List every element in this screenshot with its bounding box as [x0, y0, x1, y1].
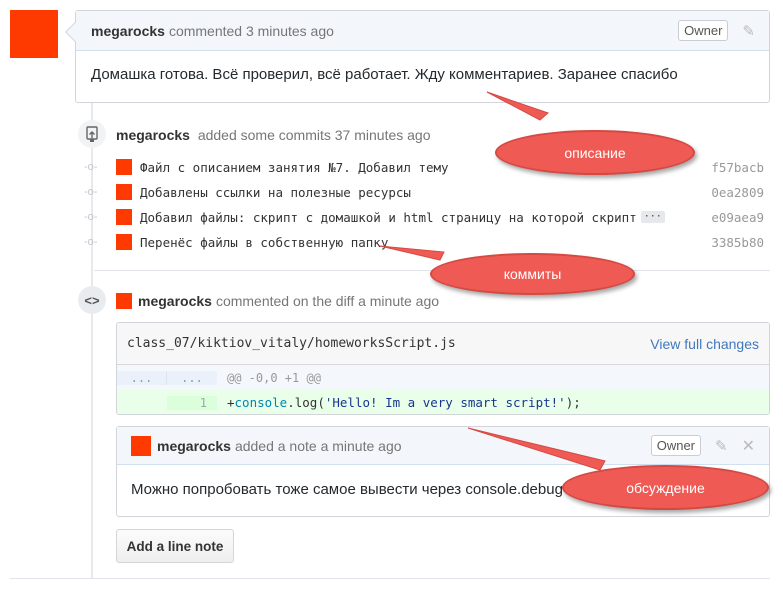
diff-author[interactable]: megarocks — [138, 293, 212, 309]
expand-down-button[interactable]: ... — [167, 370, 217, 385]
code-dot: . — [287, 395, 295, 410]
code-line: +console.log('Hello! Im a very smart scr… — [227, 395, 581, 410]
avatar[interactable] — [116, 209, 132, 225]
commits-event-header: megarocks added some commits 37 minutes … — [116, 127, 431, 143]
file-path[interactable]: class_07/kiktiov_vitaly/homeworksScript.… — [127, 336, 456, 351]
commits-timestamp: added some commits 37 minutes ago — [197, 127, 431, 143]
commit-dot-icon: -o- — [84, 236, 98, 248]
code-paren: ( — [317, 395, 325, 410]
repo-push-icon — [78, 120, 106, 148]
new-line-number[interactable]: 1 — [167, 395, 217, 410]
commit-message[interactable]: Добавил файлы: скрипт с домашкой и html … — [140, 210, 637, 225]
note-timestamp: added a note a minute ago — [234, 437, 402, 454]
code-function: log — [294, 395, 318, 410]
pencil-icon[interactable]: ✎ — [715, 437, 728, 455]
commit-sha[interactable]: 3385b80 — [711, 235, 764, 250]
commits-author[interactable]: megarocks — [116, 127, 190, 143]
avatar[interactable] — [116, 234, 132, 250]
code-string: 'Hello! Im a very smart script!' — [324, 395, 566, 410]
commit-sha[interactable]: f57bacb — [711, 160, 764, 175]
added-line: 1 +console.log('Hello! Im a very smart s… — [117, 390, 769, 414]
code-object: console — [234, 395, 288, 410]
diff-event-header: megarocks commented on the diff a minute… — [116, 293, 439, 309]
expand-ellipsis-button[interactable]: ··· — [640, 211, 665, 223]
avatar[interactable] — [10, 10, 58, 58]
commit-message[interactable]: Файл с описанием занятия №7. Добавил тем… — [140, 160, 449, 175]
bottom-divider — [10, 578, 770, 579]
add-line-note-button[interactable]: Add a line note — [116, 529, 234, 563]
note-author[interactable]: megarocks — [157, 438, 231, 454]
hunk-row: ... ... @@ -0,0 +1 @@ — [117, 365, 769, 390]
owner-badge: Owner — [678, 20, 729, 41]
pencil-icon[interactable]: ✎ — [742, 22, 755, 40]
close-icon[interactable]: ✕ — [742, 436, 755, 456]
commit-dot-icon: -o- — [84, 161, 98, 173]
commit-message[interactable]: Добавлены ссылки на полезные ресурсы — [140, 185, 411, 200]
commit-sha[interactable]: 0ea2809 — [711, 185, 764, 200]
avatar[interactable] — [116, 293, 132, 309]
comment: megarocks commented 3 minutes ago Owner … — [65, 10, 770, 103]
avatar[interactable] — [131, 435, 151, 456]
annotation-bubble-discussion: обсуждение — [562, 465, 769, 510]
comment-header: megarocks commented 3 minutes ago Owner … — [76, 11, 769, 51]
commit-message[interactable]: Перенёс файлы в собственную папку — [140, 235, 388, 250]
comment-timestamp: commented 3 minutes ago — [168, 22, 334, 39]
commit-dot-icon: -o- — [84, 186, 98, 198]
avatar[interactable] — [116, 184, 132, 200]
expand-up-button[interactable]: ... — [117, 370, 167, 385]
comment-body: Домашка готова. Всё проверил, всё работа… — [91, 66, 678, 83]
code-icon: <> — [78, 286, 106, 314]
commit-row: -o- Перенёс файлы в собственную папку 33… — [84, 232, 770, 252]
commit-sha[interactable]: e09aea9 — [711, 210, 764, 225]
diff-prefix: + — [227, 395, 235, 410]
view-full-changes-link[interactable]: View full changes — [650, 336, 759, 352]
diff-timestamp: commented on the diff a minute ago — [215, 293, 440, 309]
commit-row: -o- Добавил файлы: скрипт с домашкой и h… — [84, 207, 770, 227]
comment-author[interactable]: megarocks — [91, 23, 165, 39]
hunk-header: @@ -0,0 +1 @@ — [227, 370, 321, 385]
code-close: ); — [565, 395, 581, 410]
commit-dot-icon: -o- — [84, 211, 98, 223]
commit-row: -o- Добавлены ссылки на полезные ресурсы… — [84, 182, 770, 202]
note-header: megarocks added a note a minute ago Owne… — [117, 427, 769, 465]
diff-file: class_07/kiktiov_vitaly/homeworksScript.… — [116, 322, 770, 415]
file-header: class_07/kiktiov_vitaly/homeworksScript.… — [117, 323, 769, 365]
annotation-bubble-commits: коммиты — [430, 253, 635, 295]
avatar[interactable] — [116, 159, 132, 175]
owner-badge: Owner — [650, 435, 702, 456]
annotation-bubble-description: описание — [495, 130, 695, 175]
